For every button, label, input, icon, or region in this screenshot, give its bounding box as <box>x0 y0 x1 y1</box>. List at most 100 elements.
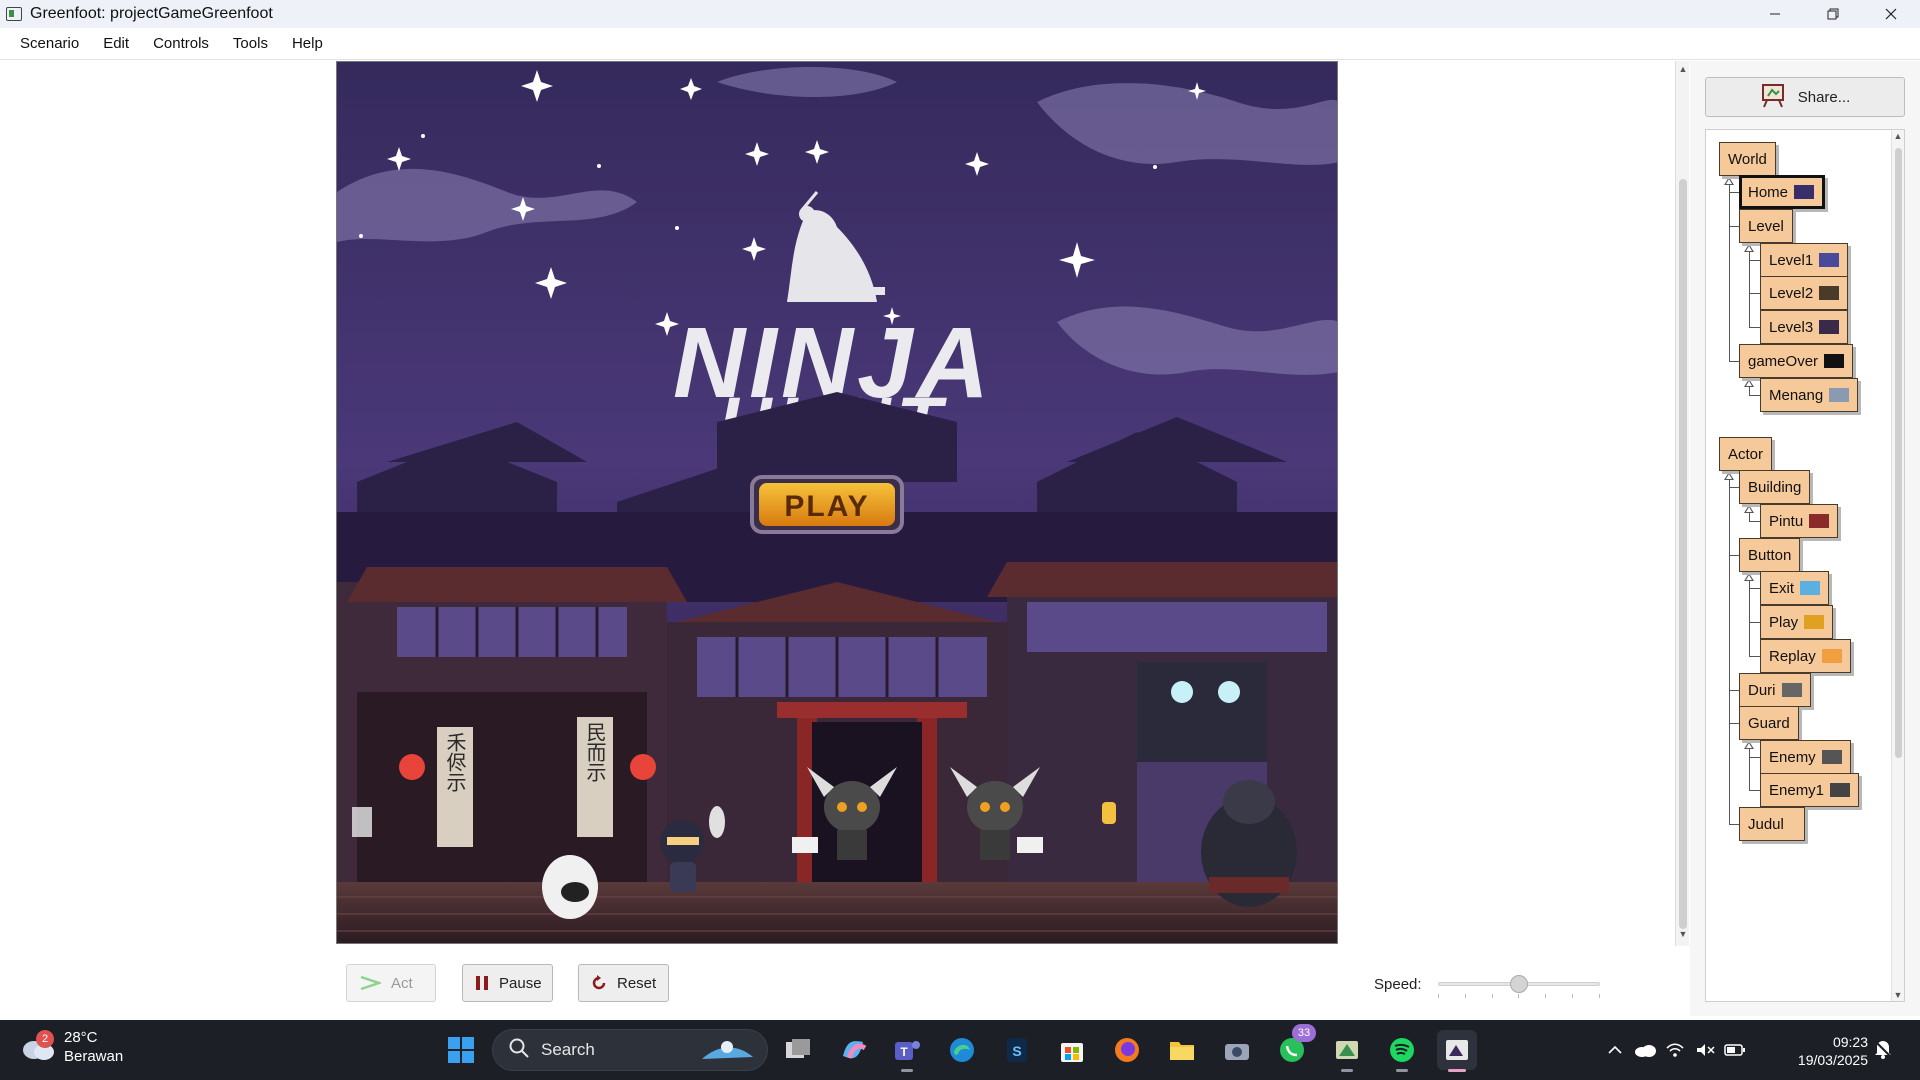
minimize-button[interactable] <box>1746 0 1804 28</box>
class-scrollbar-thumb[interactable] <box>1895 148 1902 758</box>
inheritance-line <box>1729 184 1730 361</box>
windows-start-icon[interactable] <box>441 1030 481 1070</box>
onedrive-cloud-icon[interactable] <box>1630 1043 1660 1057</box>
speed-slider-ticks <box>1438 994 1600 998</box>
class-gameover[interactable]: gameOver <box>1739 344 1854 378</box>
weather-cloud-icon: 2 <box>20 1030 56 1062</box>
class-level2[interactable]: Level2 <box>1760 276 1849 310</box>
inheritance-arrow-icon <box>1744 379 1754 387</box>
class-enemy[interactable]: Enemy <box>1760 740 1851 774</box>
firefox-icon[interactable] <box>1107 1030 1147 1070</box>
file-explorer-icon[interactable] <box>1162 1030 1202 1070</box>
spotify-icon[interactable] <box>1382 1030 1422 1072</box>
class-button[interactable]: Button <box>1739 538 1801 572</box>
wifi-icon[interactable] <box>1660 1042 1690 1058</box>
share-button[interactable]: Share... <box>1705 77 1905 117</box>
pause-button-label: Pause <box>499 974 542 992</box>
inheritance-branch-line <box>1749 656 1760 657</box>
restore-icon <box>1827 8 1839 20</box>
inheritance-line <box>1749 748 1750 790</box>
edge-browser-icon[interactable] <box>942 1030 982 1070</box>
notification-bell-icon[interactable] <box>1872 1038 1894 1064</box>
world-vertical-scrollbar[interactable]: ▲ ▼ <box>1675 61 1689 946</box>
class-name-label: Home <box>1748 183 1789 201</box>
act-button[interactable]: Act <box>346 964 436 1002</box>
microsoft-store-icon[interactable] <box>1052 1030 1092 1070</box>
svg-text:S: S <box>1012 1043 1021 1059</box>
menu-controls[interactable]: Controls <box>141 35 221 52</box>
whatsapp-icon[interactable]: 33 <box>1272 1024 1316 1070</box>
menu-help[interactable]: Help <box>280 35 335 52</box>
share-button-label: Share... <box>1797 88 1851 106</box>
class-image-thumbnail <box>1819 320 1840 334</box>
class-guard[interactable]: Guard <box>1739 706 1799 740</box>
execution-controls: Act Pause Reset Speed: <box>0 946 1690 1018</box>
class-duri[interactable]: Duri <box>1739 673 1811 707</box>
class-scroll-up-icon[interactable]: ▲ <box>1892 131 1904 141</box>
scrollbar-thumb[interactable] <box>1679 179 1687 929</box>
inheritance-arrow-icon <box>1744 505 1754 513</box>
class-name-label: Building <box>1748 478 1802 496</box>
menu-scenario[interactable]: Scenario <box>8 35 91 52</box>
class-home[interactable]: Home <box>1739 175 1826 209</box>
game-world[interactable]: NINJA HUNT PLAY <box>336 61 1338 944</box>
speed-slider-knob[interactable] <box>1510 975 1528 993</box>
greenfoot-taskbar-icon[interactable] <box>1327 1030 1367 1072</box>
inheritance-branch-line <box>1729 487 1739 488</box>
class-level3[interactable]: Level3 <box>1760 310 1849 344</box>
class-actor[interactable]: Actor <box>1719 437 1773 471</box>
shield-app-icon[interactable]: S <box>997 1030 1037 1070</box>
volume-muted-icon[interactable] <box>1690 1042 1720 1058</box>
class-replay[interactable]: Replay <box>1760 639 1851 673</box>
class-judul[interactable]: Judul <box>1739 807 1805 841</box>
clock-date: 19/03/2025 <box>1797 1052 1868 1068</box>
class-level1[interactable]: Level1 <box>1760 243 1849 277</box>
class-name-label: Judul <box>1748 815 1784 833</box>
class-name-label: Enemy <box>1769 748 1816 766</box>
camera-icon[interactable] <box>1217 1030 1257 1070</box>
class-pane-scrollbar[interactable]: ▲ ▼ <box>1891 130 1904 1001</box>
class-name-label: Play <box>1769 613 1799 631</box>
inheritance-line <box>1749 386 1750 395</box>
teams-icon[interactable]: T <box>887 1030 927 1072</box>
inheritance-branch-line <box>1729 690 1739 691</box>
taskbar-clock[interactable]: 09:23 19/03/2025 <box>1784 1033 1868 1069</box>
menu-tools[interactable]: Tools <box>221 35 280 52</box>
copilot-icon[interactable] <box>833 1030 873 1070</box>
class-name-label: Enemy1 <box>1769 781 1825 799</box>
inheritance-branch-line <box>1749 521 1760 522</box>
class-pintu[interactable]: Pintu <box>1760 504 1839 538</box>
reset-button[interactable]: Reset <box>578 964 669 1002</box>
class-level[interactable]: Level <box>1739 209 1793 243</box>
search-highlight-icon <box>702 1041 753 1059</box>
play-button-sprite[interactable]: PLAY <box>750 475 904 534</box>
menu-edit[interactable]: Edit <box>91 35 141 52</box>
restore-button[interactable] <box>1804 0 1862 28</box>
inheritance-branch-line <box>1749 395 1760 396</box>
system-tray <box>1600 1020 1750 1080</box>
task-view-icon[interactable] <box>778 1030 818 1070</box>
class-exit[interactable]: Exit <box>1760 571 1830 605</box>
class-image-thumbnail <box>1824 354 1845 368</box>
class-name-label: World <box>1728 150 1767 168</box>
class-name-label: Duri <box>1748 681 1776 699</box>
battery-icon[interactable] <box>1720 1043 1750 1057</box>
class-menang[interactable]: Menang <box>1760 378 1859 412</box>
java-app-icon[interactable] <box>1437 1030 1477 1072</box>
inheritance-branch-line <box>1749 293 1760 294</box>
class-enemy1[interactable]: Enemy1 <box>1760 773 1860 807</box>
title-bar: Greenfoot: projectGameGreenfoot <box>0 0 1920 28</box>
class-building[interactable]: Building <box>1739 470 1811 504</box>
scroll-up-icon[interactable]: ▲ <box>1677 63 1689 75</box>
class-name-label: Level1 <box>1769 251 1814 269</box>
taskbar-search-box[interactable]: Search <box>492 1029 768 1071</box>
close-button[interactable] <box>1862 0 1920 28</box>
weather-widget[interactable]: 2 28°C Berawan <box>20 1028 123 1066</box>
class-world[interactable]: World <box>1719 142 1776 176</box>
class-scroll-down-icon[interactable]: ▼ <box>1892 990 1904 1000</box>
show-hidden-icons-icon[interactable] <box>1600 1045 1630 1055</box>
speed-slider[interactable] <box>1438 974 1600 998</box>
pause-button[interactable]: Pause <box>462 964 553 1002</box>
scroll-down-icon[interactable]: ▼ <box>1677 928 1689 940</box>
class-play[interactable]: Play <box>1760 605 1834 639</box>
